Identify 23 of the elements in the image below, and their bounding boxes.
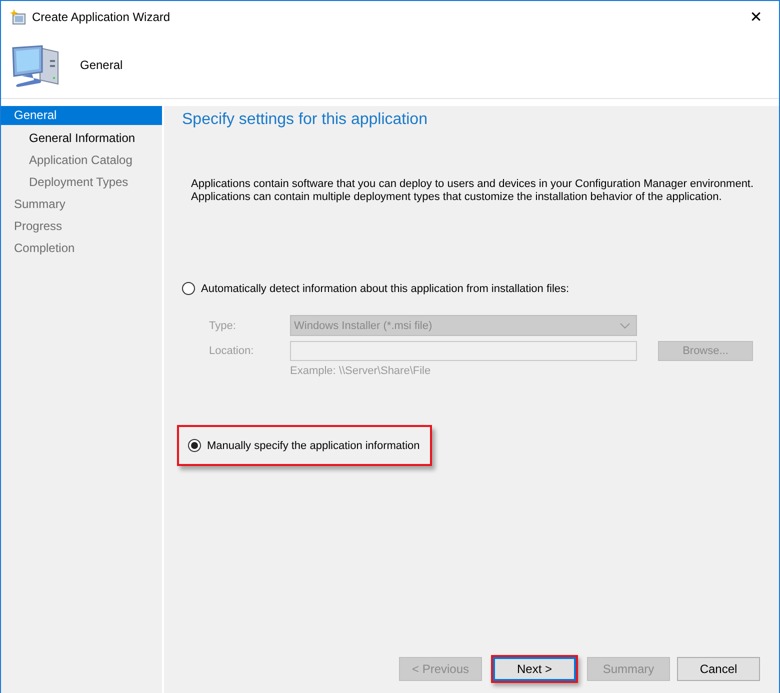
chevron-icon <box>620 322 630 328</box>
option-label[interactable]: Manually specify the application information <box>207 440 420 452</box>
nav-item[interactable]: General Information <box>1 128 162 150</box>
nav-item[interactable]: General <box>1 106 162 125</box>
wizard-button[interactable]: Cancel <box>677 657 760 681</box>
close-button[interactable]: ✕ <box>733 1 779 32</box>
wizard-icon <box>10 8 26 24</box>
nav-item[interactable]: Application Catalog <box>1 150 162 172</box>
description-text: Applications contain software that you can deploy to users and devices in your Configuration Manager environment. Applications can contain multiple deployment types that customize the installation behavior of the application. <box>191 178 755 204</box>
type-label: Type: <box>209 320 237 332</box>
window-title: Create Application Wizard <box>32 10 172 24</box>
radio-button[interactable] <box>182 282 195 295</box>
option-label[interactable]: Automatically detect information about this application from installation files: <box>201 282 570 294</box>
page-title: General <box>80 58 123 72</box>
wizard-button[interactable]: Next > <box>493 657 576 681</box>
radio-button[interactable] <box>188 439 201 452</box>
location-label: Location: <box>209 345 255 357</box>
example-hint: Example: \\Server\Share\File <box>290 365 432 377</box>
page-heading: Specify settings for this application <box>182 111 428 130</box>
nav-item[interactable]: Completion <box>1 238 162 260</box>
nav-item[interactable]: Progress <box>1 216 162 238</box>
nav-item[interactable]: Deployment Types <box>1 172 162 194</box>
nav-item[interactable]: Summary <box>1 194 162 216</box>
